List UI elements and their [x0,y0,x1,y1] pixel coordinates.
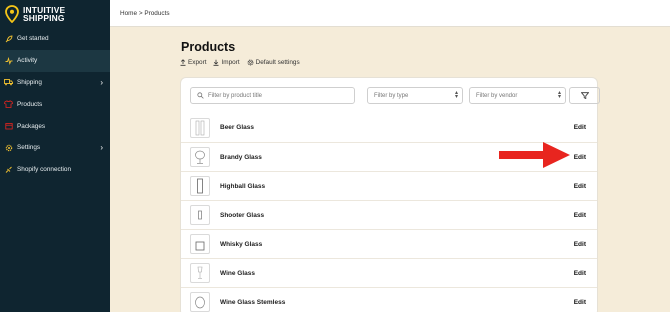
chevron-right-icon: › [100,143,103,153]
sidebar-item-label: Shipping [17,78,42,86]
product-name[interactable]: Highball Glass [220,183,265,190]
products-card: Filter by product title Filter by type ▴… [180,77,600,312]
shirt-icon [4,100,13,109]
sidebar-item-products[interactable]: Products [0,93,110,115]
sidebar-item-label: Settings [17,144,41,152]
product-row[interactable]: Highball Glass Edit [181,171,597,200]
export-button[interactable]: Export [180,59,206,66]
default-settings-label: Default settings [255,59,300,66]
import-label: Import [221,59,240,66]
top-bar: Home > Products [110,0,670,27]
search-icon [197,92,204,99]
beer-glass-thumbnail [190,117,210,138]
edit-link[interactable]: Edit [574,241,586,248]
brand-logo[interactable]: INTUITIVE SHIPPING [0,0,110,28]
sidebar-item-settings[interactable]: Settings › [0,137,110,159]
red-arrow-annotation [499,142,570,168]
page-actions: Export Import Default settings [180,59,300,66]
rocket-icon [4,34,13,43]
product-row[interactable]: Wine Glass Edit [181,258,597,287]
sidebar-item-label: Packages [17,122,46,130]
edit-link[interactable]: Edit [574,154,586,161]
select-caret-icon: ▴ ▾ [454,90,458,100]
sidebar-nav: Get started Activity Shipping › Products… [0,28,110,181]
activity-icon [4,56,13,65]
whisky-glass-thumbnail [190,234,210,254]
type-filter-placeholder: Filter by type [374,92,409,99]
product-row[interactable]: Whisky Glass Edit [181,229,597,258]
type-filter-select[interactable]: Filter by type ▴ ▾ [367,87,463,104]
product-name[interactable]: Beer Glass [220,124,254,131]
product-name[interactable]: Brandy Glass [220,154,262,161]
funnel-icon [580,92,589,99]
search-input[interactable]: Filter by product title [190,87,355,104]
package-icon [4,122,13,131]
download-icon [213,59,219,66]
vendor-filter-placeholder: Filter by vendor [476,92,518,99]
edit-link[interactable]: Edit [574,299,586,306]
product-name[interactable]: Wine Glass Stemless [220,299,285,306]
default-settings-button[interactable]: Default settings [247,59,300,66]
page-title: Products [181,40,236,54]
link-icon [4,165,13,174]
gear-icon [247,59,254,66]
location-pin-icon [5,5,19,23]
sidebar-item-packages[interactable]: Packages [0,115,110,137]
breadcrumb[interactable]: Home > Products [120,10,170,17]
edit-link[interactable]: Edit [574,124,586,131]
brandy-glass-thumbnail [190,147,210,167]
highball-glass-thumbnail [190,176,210,196]
filter-bar: Filter by product title Filter by type ▴… [190,87,600,104]
brand-line-2: SHIPPING [23,13,65,23]
product-name[interactable]: Whisky Glass [220,241,262,248]
select-caret-icon: ▴ ▾ [557,90,561,100]
filter-button[interactable] [569,87,600,104]
edit-link[interactable]: Edit [574,212,586,219]
product-row[interactable]: Wine Glass Stemless Edit [181,287,597,312]
sidebar-item-shipping[interactable]: Shipping › [0,72,110,94]
brand-name: INTUITIVE SHIPPING [23,6,65,22]
edit-link[interactable]: Edit [574,183,586,190]
search-placeholder: Filter by product title [208,92,263,99]
product-name[interactable]: Shooter Glass [220,212,264,219]
truck-icon [4,78,13,87]
wine-glass-thumbnail [190,263,210,283]
export-label: Export [188,59,207,66]
sidebar-item-get-started[interactable]: Get started [0,28,110,50]
sidebar-item-label: Get started [17,35,49,43]
vendor-filter-select[interactable]: Filter by vendor ▴ ▾ [469,87,566,104]
gear-icon [4,143,13,152]
product-row[interactable]: Beer Glass Edit [181,113,597,142]
sidebar-item-label: Products [17,100,43,108]
sidebar-item-label: Shopify connection [17,166,72,174]
sidebar: INTUITIVE SHIPPING Get started Activity … [0,0,110,312]
upload-icon [180,59,186,66]
sidebar-item-shopify-connection[interactable]: Shopify connection [0,159,110,181]
import-button[interactable]: Import [213,59,240,66]
sidebar-item-label: Activity [17,57,38,65]
wine-glass-stemless-thumbnail [190,292,210,312]
product-row[interactable]: Shooter Glass Edit [181,200,597,229]
product-name[interactable]: Wine Glass [220,270,255,277]
chevron-right-icon: › [100,77,103,87]
sidebar-item-activity[interactable]: Activity [0,49,110,72]
shooter-glass-thumbnail [190,205,210,225]
edit-link[interactable]: Edit [574,270,586,277]
